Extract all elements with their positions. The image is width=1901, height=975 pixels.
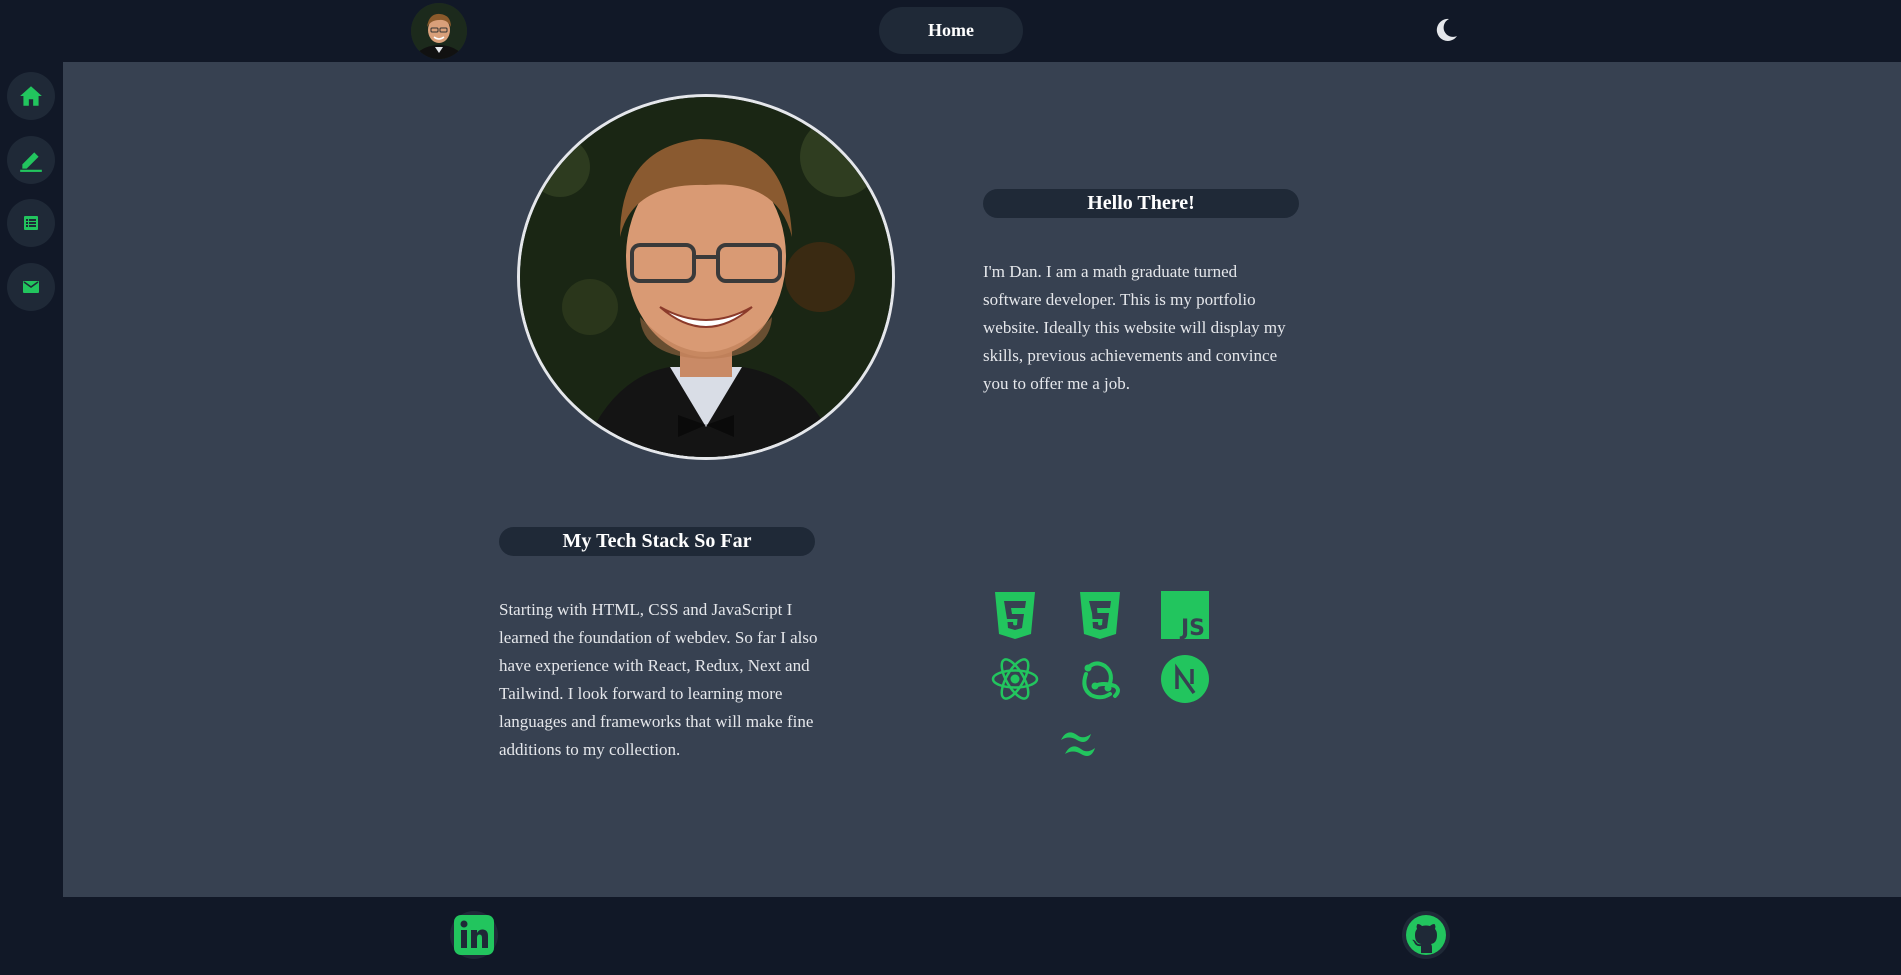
- sidebar-item-edit[interactable]: [7, 136, 55, 184]
- javascript-icon: JS: [1161, 591, 1209, 640]
- profile-portrait: [517, 94, 895, 460]
- svg-text:JS: JS: [1179, 616, 1205, 640]
- tailwind-icon: [1061, 732, 1095, 756]
- redux-icon: [1082, 661, 1120, 700]
- nextjs-icon: [1161, 655, 1209, 703]
- pencil-icon: [20, 152, 42, 172]
- top-navbar: Home: [0, 0, 1901, 62]
- github-link[interactable]: [1402, 911, 1450, 959]
- hero-intro-text: I'm Dan. I am a math graduate turned sof…: [983, 262, 1286, 393]
- moon-icon[interactable]: [1430, 14, 1462, 46]
- html5-icon: [995, 592, 1035, 639]
- linkedin-link[interactable]: [450, 911, 498, 959]
- home-nav-button[interactable]: Home: [879, 7, 1023, 54]
- mail-icon: [23, 281, 39, 293]
- profile-photo: [411, 3, 467, 59]
- hero-title: Hello There!: [983, 189, 1299, 218]
- github-icon: [1406, 915, 1446, 955]
- linkedin-icon: [454, 915, 494, 955]
- main-content: Hello There! I'm Dan. I am a math gradua…: [63, 62, 1901, 897]
- react-icon: [991, 658, 1039, 700]
- css3-icon: [1080, 592, 1120, 639]
- sidebar-item-home[interactable]: [7, 72, 55, 120]
- home-icon: [20, 86, 42, 106]
- tech-stack-title: My Tech Stack So Far: [499, 527, 815, 556]
- sidebar-item-list[interactable]: [7, 199, 55, 247]
- sidebar-item-contact[interactable]: [7, 263, 55, 311]
- list-icon: [24, 216, 38, 230]
- sidebar: [0, 62, 63, 897]
- tech-stack-text: Starting with HTML, CSS and JavaScript I…: [499, 600, 818, 759]
- avatar[interactable]: [411, 3, 467, 59]
- footer: [0, 897, 1901, 975]
